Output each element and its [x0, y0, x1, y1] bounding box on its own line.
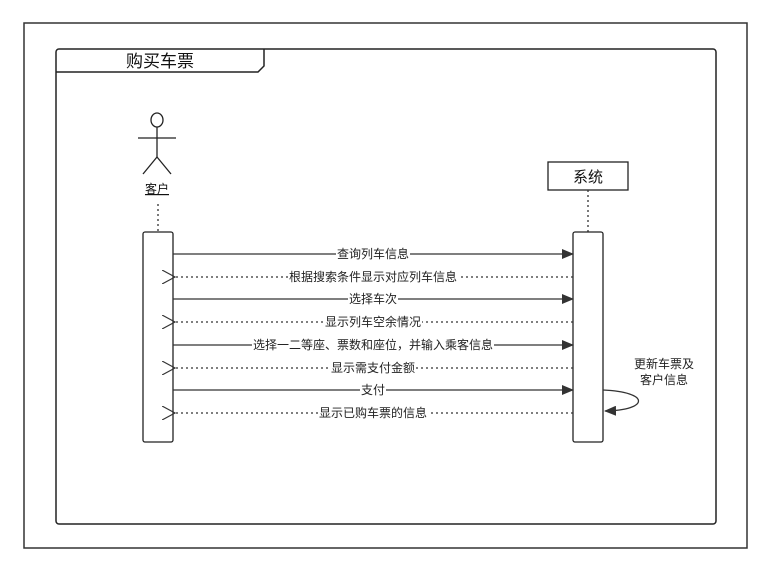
- message-label: 根据搜索条件显示对应列车信息: [289, 269, 457, 284]
- outer-border: [23, 22, 748, 549]
- self-note-line-2: 客户信息: [640, 372, 688, 387]
- message-6: 显示需支付金额: [175, 360, 573, 375]
- frame-title: 购买车票: [126, 52, 194, 72]
- message-label: 支付: [361, 383, 385, 397]
- messages: 查询列车信息根据搜索条件显示对应列车信息选择车次显示列车空余情况选择一二等座、票…: [173, 246, 574, 420]
- message-8: 显示已购车票的信息: [175, 405, 573, 420]
- sequence-diagram: 购买车票 客户 系统 查询列车信息根据搜索条件显示对应列车信息选择车次显示列车空…: [23, 22, 748, 549]
- message-7: 支付: [173, 383, 574, 397]
- actor-name: 客户: [145, 181, 169, 196]
- message-2: 根据搜索条件显示对应列车信息: [175, 269, 573, 284]
- message-1: 查询列车信息: [173, 246, 574, 261]
- actor-figure: 客户: [138, 112, 176, 196]
- message-5: 选择一二等座、票数和座位，并输入乘客信息: [173, 337, 574, 352]
- message-3: 选择车次: [173, 291, 574, 306]
- self-note-line-1: 更新车票及: [634, 356, 694, 371]
- message-label: 选择一二等座、票数和座位，并输入乘客信息: [253, 337, 493, 352]
- stick-figure-icon: [138, 112, 176, 175]
- message-label: 选择车次: [349, 291, 397, 306]
- message-label: 显示需支付金额: [331, 360, 415, 375]
- message-label: 显示已购车票的信息: [319, 405, 427, 420]
- system-activation-bar: [572, 231, 604, 443]
- message-4: 显示列车空余情况: [175, 314, 573, 329]
- system-name: 系统: [573, 168, 603, 186]
- message-label: 显示列车空余情况: [325, 314, 421, 329]
- actor-activation-bar: [142, 231, 174, 443]
- system-participant: 系统: [547, 161, 629, 191]
- self-message-arrow: [602, 389, 639, 416]
- message-label: 查询列车信息: [337, 246, 409, 261]
